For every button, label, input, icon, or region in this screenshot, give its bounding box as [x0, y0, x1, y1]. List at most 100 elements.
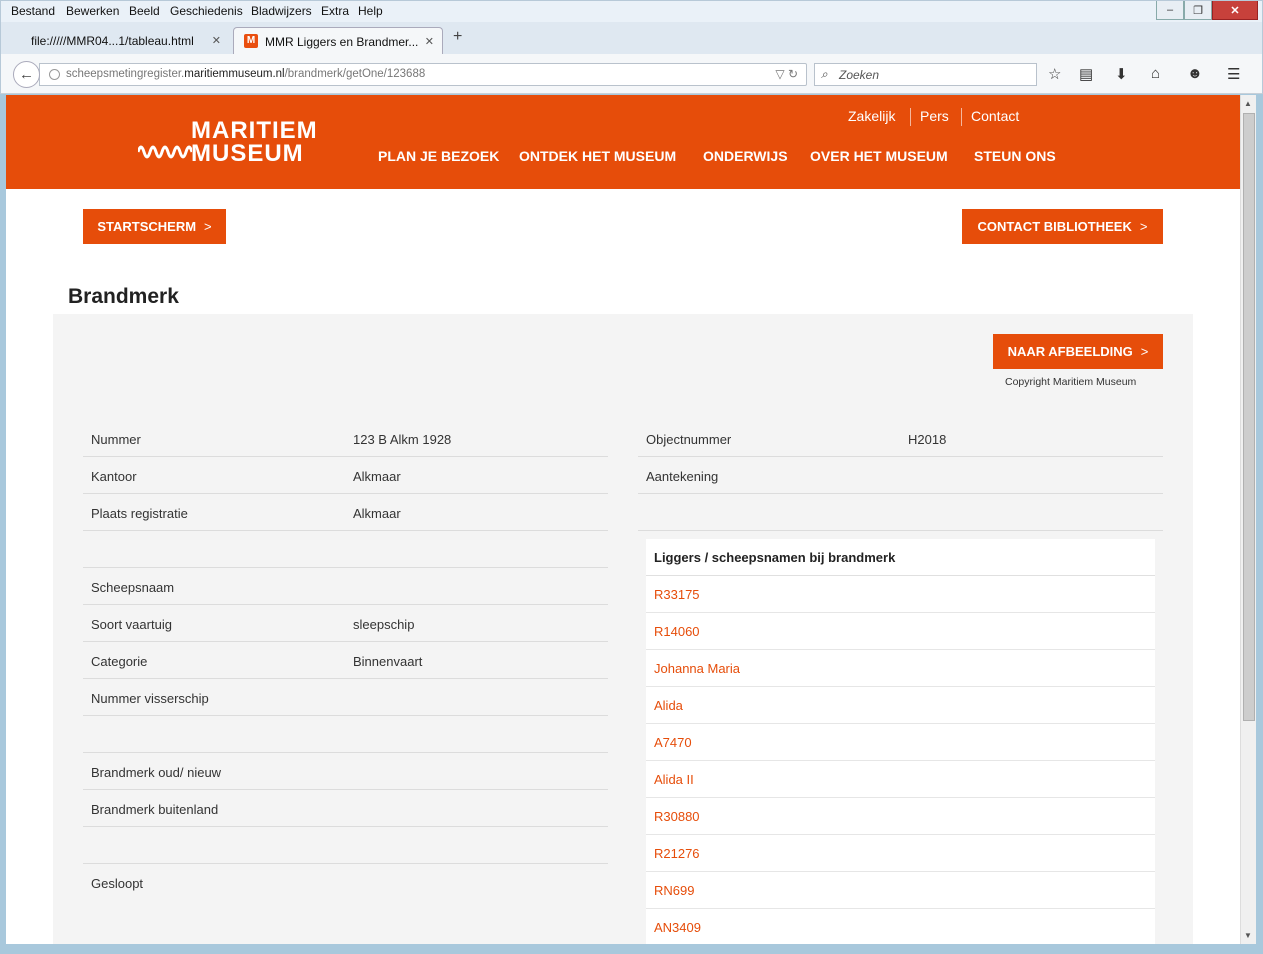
tab-tableau[interactable]: file://///MMR04...1/tableau.html ✕ — [5, 27, 229, 54]
ligger-link[interactable]: RN699 — [646, 872, 1155, 909]
detail-panel: NAAR AFBEELDING > Copyright Maritiem Muse… — [53, 314, 1193, 944]
maritiem-favicon-icon: M — [244, 34, 258, 48]
menu-help[interactable]: Help — [358, 4, 383, 18]
nav-contact[interactable]: Contact — [971, 108, 1019, 124]
close-icon[interactable]: ✕ — [212, 34, 221, 47]
field-label: Soort vaartuig — [91, 617, 172, 632]
field-row: Nummer visserschip — [83, 679, 608, 716]
divider — [961, 108, 962, 126]
ligger-link[interactable]: A7470 — [646, 724, 1155, 761]
field-label: Objectnummer — [646, 432, 732, 447]
field-value: Alkmaar — [353, 469, 401, 484]
site-header: MARITIEM MUSEUM Zakelijk Pers Contact PL… — [6, 95, 1240, 189]
ligger-link[interactable]: R33175 — [646, 576, 1155, 613]
maximize-button[interactable]: ❐ — [1184, 1, 1212, 20]
ligger-link[interactable]: R30880 — [646, 798, 1155, 835]
minimize-button[interactable]: – — [1156, 1, 1184, 20]
web-page: MARITIEM MUSEUM Zakelijk Pers Contact PL… — [6, 95, 1240, 944]
menu-beeld[interactable]: Beeld — [129, 4, 160, 18]
bookmark-star-icon[interactable]: ☆ — [1048, 65, 1061, 83]
button-label: STARTSCHERM — [97, 219, 197, 234]
home-icon[interactable]: ⌂ — [1151, 65, 1160, 82]
field-row — [83, 716, 608, 753]
hamburger-menu-icon[interactable]: ☰ — [1227, 65, 1240, 83]
menu-bewerken[interactable]: Bewerken — [66, 4, 119, 18]
window-frame — [0, 944, 1263, 954]
url-bar[interactable]: scheepsmetingregister.maritiemmuseum.nl/… — [39, 63, 807, 86]
field-value: H2018 — [908, 432, 947, 447]
tab-title: MMR Liggers en Brandmer... — [265, 35, 419, 49]
startscherm-button[interactable]: STARTSCHERM > — [83, 209, 226, 244]
ligger-link[interactable]: R21276 — [646, 835, 1155, 872]
wave-icon — [138, 145, 192, 159]
field-label: Kantoor — [91, 469, 137, 484]
nav-zakelijk[interactable]: Zakelijk — [848, 108, 895, 124]
reload-icon[interactable]: ▽ ↻ — [775, 67, 798, 81]
field-value: Alkmaar — [353, 506, 401, 521]
nav-pers[interactable]: Pers — [920, 108, 949, 124]
field-label: Nummer — [91, 432, 141, 447]
field-row: Objectnummer H2018 — [638, 420, 1163, 457]
field-row — [83, 827, 608, 864]
field-label: Nummer visserschip — [91, 691, 209, 706]
menu-bestand[interactable]: Bestand — [11, 4, 55, 18]
nav-onderwijs[interactable]: ONDERWIJS — [703, 148, 788, 164]
contact-bibliotheek-button[interactable]: CONTACT BIBLIOTHEEK > — [962, 209, 1163, 244]
menu-geschiedenis[interactable]: Geschiedenis — [170, 4, 243, 18]
ligger-link[interactable]: R14060 — [646, 613, 1155, 650]
window-controls: – ❐ ✕ — [1156, 1, 1258, 21]
logo-line2[interactable]: MUSEUM — [191, 140, 304, 168]
nav-steun-ons[interactable]: STEUN ONS — [974, 148, 1056, 164]
scroll-down-icon[interactable]: ▼ — [1244, 931, 1252, 940]
page-title: Brandmerk — [68, 285, 179, 308]
naar-afbeelding-button[interactable]: NAAR AFBEELDING > — [993, 334, 1163, 369]
new-tab-icon[interactable]: + — [453, 28, 462, 46]
field-row: Soort vaartuig sleepschip — [83, 605, 608, 642]
field-label: Plaats registratie — [91, 506, 188, 521]
back-arrow-icon: ← — [19, 66, 34, 83]
tab-bar: file://///MMR04...1/tableau.html ✕ M MMR… — [0, 22, 1263, 54]
field-label: Categorie — [91, 654, 148, 669]
field-label: Brandmerk oud/ nieuw — [91, 765, 222, 780]
search-placeholder: Zoeken — [839, 68, 880, 82]
nav-plan-je-bezoek[interactable]: PLAN JE BEZOEK — [378, 148, 499, 164]
scrollbar-thumb[interactable] — [1243, 113, 1255, 721]
download-icon[interactable]: ⬇ — [1115, 65, 1128, 83]
field-label: Gesloopt — [91, 876, 144, 891]
liggers-list: Liggers / scheepsnamen bij brandmerk R33… — [646, 539, 1155, 944]
chevron-right-icon: > — [204, 219, 212, 234]
vertical-scrollbar[interactable]: ▲ ▼ — [1240, 95, 1256, 944]
reading-list-icon[interactable]: ▤ — [1079, 65, 1093, 83]
close-icon[interactable]: ✕ — [425, 35, 434, 48]
field-row: Brandmerk oud/ nieuw — [83, 753, 608, 790]
tab-mmr-liggers[interactable]: M MMR Liggers en Brandmer... ✕ — [233, 27, 443, 54]
field-label: Aantekening — [646, 469, 719, 484]
field-row: Gesloopt — [83, 864, 608, 901]
search-input[interactable]: ⌕ Zoeken — [814, 63, 1037, 86]
button-label: NAAR AFBEELDING — [1007, 344, 1133, 359]
navigation-bar: scheepsmetingregister.maritiemmuseum.nl/… — [0, 54, 1263, 94]
field-row: Kantoor Alkmaar — [83, 457, 608, 494]
search-icon: ⌕ — [821, 67, 828, 81]
field-row: Plaats registratie Alkmaar — [83, 494, 608, 531]
ligger-link[interactable]: Alida — [646, 687, 1155, 724]
ligger-link[interactable]: AN3409 — [646, 909, 1155, 944]
ligger-link[interactable]: Alida II — [646, 761, 1155, 798]
ligger-link[interactable]: Johanna Maria — [646, 650, 1155, 687]
smiley-icon[interactable]: ☻ — [1187, 65, 1203, 82]
field-row: Nummer 123 B Alkm 1928 — [83, 420, 608, 457]
close-window-button[interactable]: ✕ — [1212, 1, 1258, 20]
url-text: scheepsmetingregister.maritiemmuseum.nl/… — [66, 68, 426, 80]
menu-extra[interactable]: Extra — [321, 4, 349, 18]
field-row: Scheepsnaam — [83, 568, 608, 605]
globe-icon — [49, 69, 60, 80]
back-button[interactable]: ← — [13, 61, 40, 88]
menu-bladwijzers[interactable]: Bladwijzers — [251, 4, 312, 18]
field-row: Brandmerk buitenland — [83, 790, 608, 827]
scroll-up-icon[interactable]: ▲ — [1244, 99, 1252, 108]
tab-title: file://///MMR04...1/tableau.html — [31, 34, 194, 48]
nav-ontdek-het-museum[interactable]: ONTDEK HET MUSEUM — [519, 148, 676, 164]
nav-over-het-museum[interactable]: OVER HET MUSEUM — [810, 148, 948, 164]
liggers-heading: Liggers / scheepsnamen bij brandmerk — [646, 539, 1155, 576]
field-value: 123 B Alkm 1928 — [353, 432, 452, 447]
